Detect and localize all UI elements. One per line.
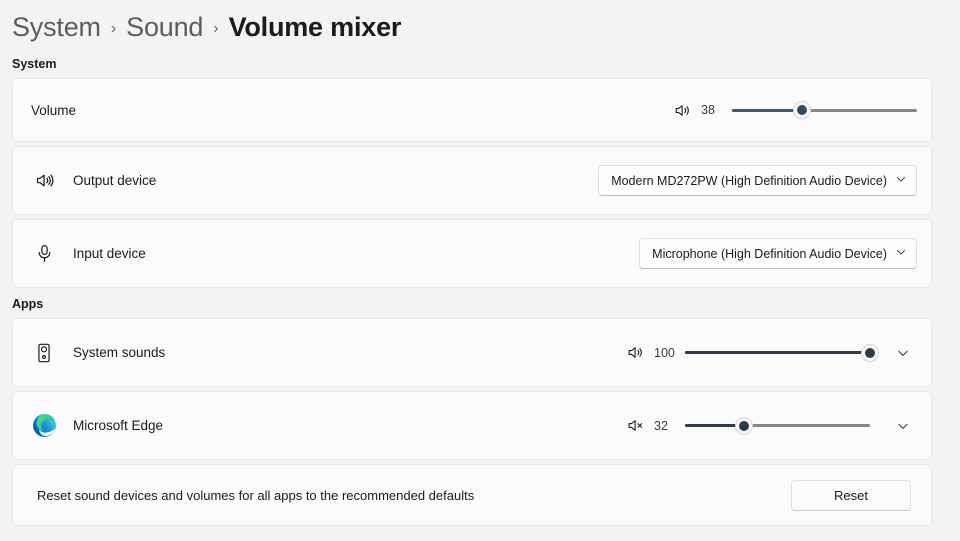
app-expand-chevron-microsoft-edge[interactable] <box>889 412 917 440</box>
slider-fill <box>685 351 870 354</box>
row-output-device[interactable]: Output device Modern MD272PW (High Defin… <box>13 147 931 214</box>
chevron-right-icon: › <box>213 20 219 37</box>
row-input-device[interactable]: Input device Microphone (High Definition… <box>13 220 931 287</box>
row-volume[interactable]: Volume 38 <box>13 79 931 141</box>
row-app-microsoft-edge[interactable]: Microsoft Edge 32 <box>13 392 931 459</box>
app-label-system-sounds: System sounds <box>73 345 166 360</box>
breadcrumb-item-sound[interactable]: Sound <box>126 12 203 43</box>
microphone-icon <box>31 241 57 267</box>
row-app-system-sounds[interactable]: System sounds 100 <box>13 319 931 386</box>
volume-label: Volume <box>31 102 77 118</box>
reset-card: Reset sound devices and volumes for all … <box>12 464 932 526</box>
input-device-label: Input device <box>73 246 146 261</box>
app-expand-chevron-system-sounds[interactable] <box>889 339 917 367</box>
speaker-muted-icon[interactable] <box>625 416 645 436</box>
speaker-icon[interactable] <box>625 343 645 363</box>
volume-card: Volume 38 <box>12 78 932 142</box>
app-volume-slider-system-sounds[interactable] <box>685 343 879 363</box>
chevron-down-icon <box>895 246 907 261</box>
speaker-box-icon <box>31 340 57 366</box>
speaker-icon <box>31 168 57 194</box>
reset-button[interactable]: Reset <box>791 479 911 511</box>
section-header-apps: Apps <box>12 297 44 311</box>
apps-list: System sounds 100 Microsoft Edge 32 <box>0 318 960 460</box>
speaker-icon <box>672 100 692 120</box>
app-slider-group-system-sounds[interactable]: 100 <box>625 339 917 367</box>
page-title: Volume mixer <box>228 11 402 42</box>
slider-thumb[interactable] <box>793 101 812 119</box>
app-card-microsoft-edge: Microsoft Edge 32 <box>12 391 932 460</box>
input-device-card: Input device Microphone (High Definition… <box>12 219 932 288</box>
section-header-system: System <box>12 57 57 71</box>
output-device-label: Output device <box>73 173 157 188</box>
slider-fill <box>732 108 803 112</box>
output-device-select[interactable]: Modern MD272PW (High Definition Audio De… <box>598 165 917 196</box>
input-device-value: Microphone (High Definition Audio Device… <box>652 246 887 261</box>
row-reset: Reset sound devices and volumes for all … <box>13 465 931 525</box>
output-device-card: Output device Modern MD272PW (High Defin… <box>12 146 932 215</box>
volume-slider-group[interactable]: 38 <box>672 100 917 120</box>
reset-description: Reset sound devices and volumes for all … <box>37 487 475 503</box>
volume-slider[interactable] <box>732 100 917 120</box>
app-label-microsoft-edge: Microsoft Edge <box>73 418 164 433</box>
chevron-down-icon <box>895 173 907 188</box>
slider-thumb[interactable] <box>861 343 879 362</box>
app-volume-slider-microsoft-edge[interactable] <box>685 416 870 436</box>
app-card-system-sounds: System sounds 100 <box>12 318 932 387</box>
output-device-value: Modern MD272PW (High Definition Audio De… <box>611 173 887 188</box>
breadcrumb: System › Sound › Volume mixer <box>0 0 960 48</box>
app-volume-value-system-sounds: 100 <box>654 345 675 360</box>
app-slider-group-microsoft-edge[interactable]: 32 <box>625 412 917 440</box>
volume-value: 38 <box>701 103 715 117</box>
edge-logo-icon <box>31 413 57 439</box>
app-volume-value-microsoft-edge: 32 <box>654 418 668 433</box>
breadcrumb-item-system[interactable]: System <box>12 12 101 43</box>
input-device-select[interactable]: Microphone (High Definition Audio Device… <box>639 238 917 269</box>
chevron-right-icon: › <box>110 20 117 37</box>
slider-thumb[interactable] <box>735 416 754 435</box>
